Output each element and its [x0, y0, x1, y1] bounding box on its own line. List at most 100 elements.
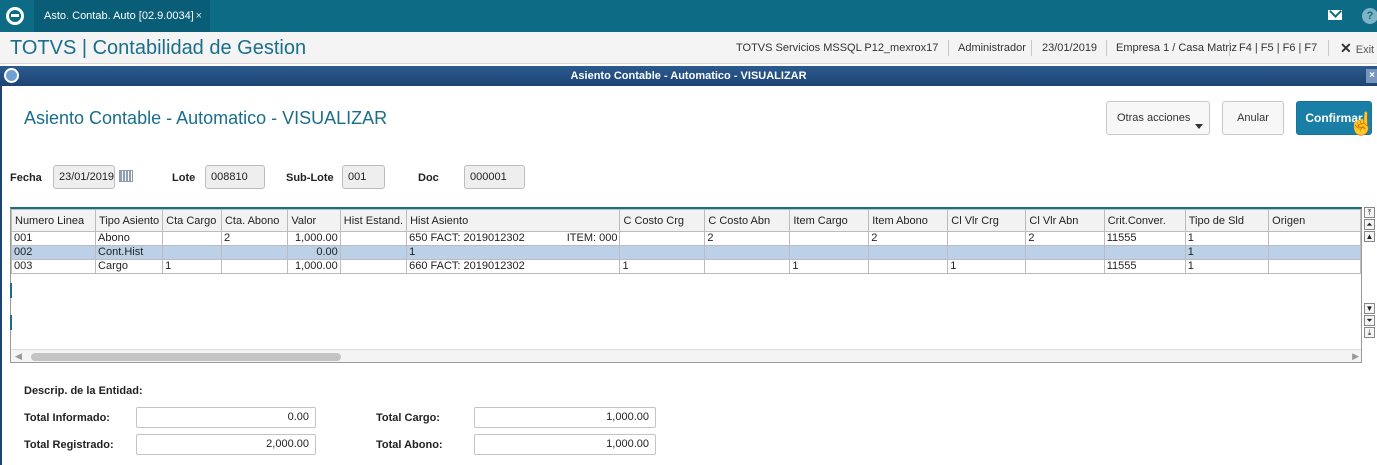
- table-cell[interactable]: [619, 245, 706, 260]
- fecha-field[interactable]: 23/01/2019: [53, 165, 115, 189]
- doc-label: Doc: [418, 172, 439, 184]
- empty-cell: [790, 316, 869, 330]
- column-header[interactable]: Hist Estand.: [339, 209, 408, 232]
- table-cell[interactable]: [162, 231, 222, 246]
- table-cell[interactable]: [339, 259, 408, 274]
- empty-cell: [12, 274, 96, 288]
- asiento-grid[interactable]: Numero Linea Tipo Asiento Cta Cargo Cta. Ab…: [10, 207, 1362, 363]
- exit-button[interactable]: ✕ Exit: [1340, 32, 1374, 66]
- column-header[interactable]: Cta. Abono: [220, 209, 289, 232]
- column-header[interactable]: Tipo Asiento: [95, 209, 164, 232]
- anular-button[interactable]: Anular: [1222, 101, 1284, 135]
- table-cell[interactable]: [789, 245, 870, 260]
- table-row[interactable]: 003 Cargo 1 1,000.00 660 FACT: 2019012302 1 1 1…: [11, 259, 1361, 274]
- help-icon[interactable]: ?: [1362, 8, 1377, 24]
- table-cell[interactable]: 1,000.00: [287, 231, 341, 246]
- table-cell[interactable]: 001: [11, 231, 97, 246]
- table-cell[interactable]: 660 FACT: 2019012302: [406, 259, 621, 274]
- dialog-close-icon[interactable]: ×: [1366, 69, 1377, 83]
- scroll-down-icon[interactable]: ▼: [1364, 303, 1375, 314]
- table-cell[interactable]: 002: [11, 245, 97, 260]
- table-cell[interactable]: 1: [1184, 231, 1270, 246]
- otras-acciones-button[interactable]: Otras acciones: [1106, 101, 1210, 135]
- table-cell[interactable]: Abono: [95, 231, 164, 246]
- table-cell[interactable]: [1103, 245, 1186, 260]
- mail-icon[interactable]: [1328, 10, 1342, 20]
- table-cell[interactable]: 1: [406, 245, 621, 260]
- table-cell[interactable]: [162, 245, 222, 260]
- table-cell[interactable]: 11555: [1103, 231, 1186, 246]
- table-cell[interactable]: 1: [619, 259, 706, 274]
- table-cell[interactable]: 1: [1184, 259, 1270, 274]
- table-cell[interactable]: [220, 259, 289, 274]
- table-cell[interactable]: [339, 231, 408, 246]
- scroll-up-icon[interactable]: ▲: [1364, 231, 1375, 242]
- table-cell[interactable]: 003: [11, 259, 97, 274]
- table-cell[interactable]: 650 FACT: 2019012302 ITEM: 000: [406, 231, 621, 246]
- table-cell[interactable]: Cont.Hist: [95, 245, 164, 260]
- empty-cell: [1269, 316, 1361, 330]
- table-cell[interactable]: [868, 259, 949, 274]
- table-cell[interactable]: 11555: [1103, 259, 1186, 274]
- table-cell[interactable]: [1268, 231, 1361, 246]
- scroll-top-icon[interactable]: ⤒: [1364, 207, 1375, 218]
- total-abono-field[interactable]: 1,000.00: [474, 434, 656, 455]
- column-header[interactable]: Cta Cargo: [162, 209, 222, 232]
- table-cell[interactable]: 2: [868, 231, 949, 246]
- table-cell[interactable]: 1: [162, 259, 222, 274]
- tab-close-icon[interactable]: ×: [196, 0, 202, 32]
- column-header[interactable]: Numero Linea: [11, 209, 97, 232]
- table-cell[interactable]: 2: [1025, 231, 1105, 246]
- table-cell[interactable]: [1025, 259, 1105, 274]
- table-row[interactable]: 001 Abono 2 1,000.00 650 FACT: 2019012302 ITE…: [11, 231, 1361, 246]
- table-cell[interactable]: 2: [704, 231, 791, 246]
- table-cell[interactable]: [704, 245, 791, 260]
- column-header[interactable]: C Costo Crg: [619, 209, 706, 232]
- scroll-left-icon[interactable]: ◀: [15, 351, 22, 362]
- column-header[interactable]: Tipo de Sld: [1184, 209, 1270, 232]
- horizontal-scrollbar[interactable]: ◀ ▶: [11, 349, 1361, 362]
- tab-asiento-contable[interactable]: Asto. Contab. Auto [02.9.0034] ×: [34, 0, 210, 32]
- vertical-scrollbar[interactable]: ⤒ ⏶ ▲ ▼ ⏷ ⤓: [1364, 207, 1375, 363]
- table-cell[interactable]: Cargo: [95, 259, 164, 274]
- scrollbar-thumb[interactable]: [31, 353, 341, 361]
- doc-field[interactable]: 000001: [464, 165, 525, 189]
- column-header[interactable]: Item Cargo: [789, 209, 870, 232]
- table-cell[interactable]: 0.00: [287, 245, 341, 260]
- table-cell[interactable]: [704, 259, 791, 274]
- column-header[interactable]: Cl Vlr Crg: [947, 209, 1027, 232]
- table-cell[interactable]: 1: [947, 259, 1027, 274]
- table-cell[interactable]: 1,000.00: [287, 259, 341, 274]
- table-cell[interactable]: [868, 245, 949, 260]
- calendar-icon[interactable]: [119, 170, 133, 182]
- table-cell[interactable]: [1268, 245, 1361, 260]
- scroll-right-icon[interactable]: ▶: [1352, 351, 1359, 362]
- table-cell[interactable]: [947, 245, 1027, 260]
- table-cell[interactable]: [947, 231, 1027, 246]
- column-header[interactable]: Origen: [1268, 209, 1361, 232]
- page-down-icon[interactable]: ⏷: [1364, 315, 1375, 326]
- total-cargo-field[interactable]: 1,000.00: [474, 407, 656, 428]
- column-header[interactable]: Item Abono: [868, 209, 949, 232]
- total-registrado-field[interactable]: 2,000.00: [136, 434, 316, 455]
- table-cell[interactable]: [1268, 259, 1361, 274]
- lote-field[interactable]: 008810: [205, 165, 265, 189]
- table-cell[interactable]: [789, 231, 870, 246]
- table-cell[interactable]: 1: [789, 259, 870, 274]
- table-cell[interactable]: [339, 245, 408, 260]
- column-header[interactable]: C Costo Abn: [704, 209, 791, 232]
- total-informado-field[interactable]: 0.00: [136, 407, 316, 428]
- column-header[interactable]: Cl Vlr Abn: [1025, 209, 1105, 232]
- table-cell[interactable]: [619, 231, 706, 246]
- column-header[interactable]: Hist Asiento: [406, 209, 621, 232]
- scroll-bottom-icon[interactable]: ⤓: [1364, 327, 1375, 338]
- table-cell[interactable]: 1: [1184, 245, 1270, 260]
- table-row[interactable]: 002 Cont.Hist 0.00 1 1: [11, 245, 1361, 260]
- column-header[interactable]: Valor: [287, 209, 341, 232]
- page-up-icon[interactable]: ⏶: [1364, 219, 1375, 230]
- column-header[interactable]: Crit.Conver.: [1103, 209, 1186, 232]
- table-cell[interactable]: 2: [220, 231, 289, 246]
- sublote-field[interactable]: 001: [342, 165, 385, 189]
- table-cell[interactable]: [1025, 245, 1105, 260]
- table-cell[interactable]: [220, 245, 289, 260]
